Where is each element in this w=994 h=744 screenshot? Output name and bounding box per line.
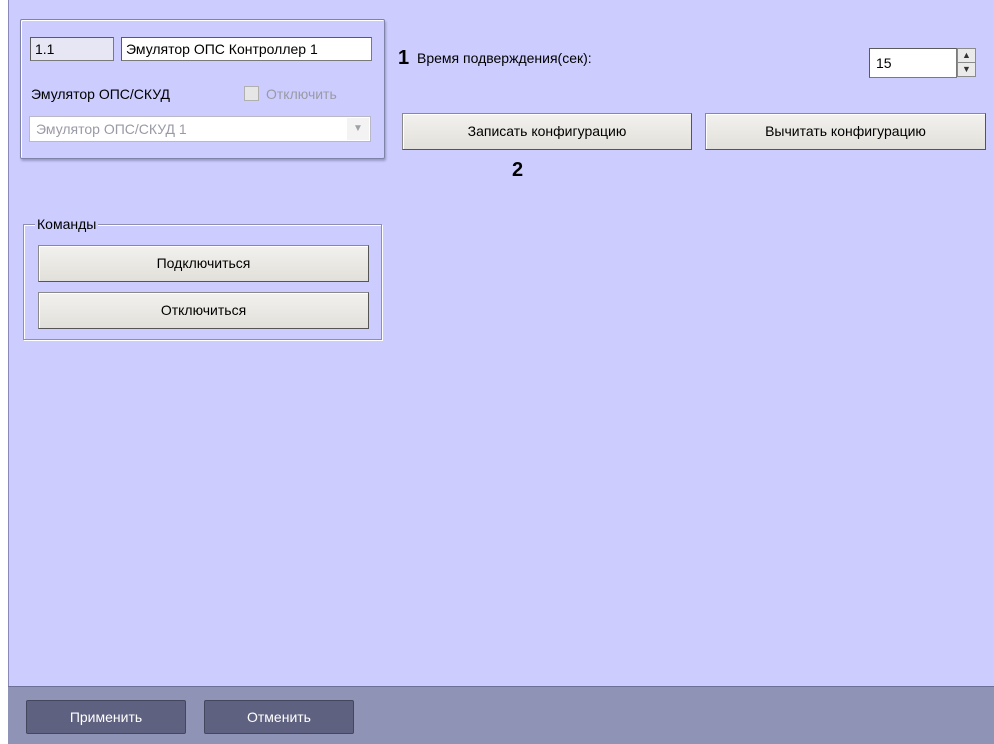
object-name-field[interactable]: Эмулятор ОПС Контроллер 1 xyxy=(121,37,372,61)
read-config-button[interactable]: Вычитать конфигурацию xyxy=(705,113,986,150)
annotation-marker-2: 2 xyxy=(512,159,524,181)
parent-object-value: Эмулятор ОПС/СКУД 1 xyxy=(36,121,187,137)
parent-object-dropdown[interactable]: Эмулятор ОПС/СКУД 1 ▼ xyxy=(29,116,371,142)
chevron-down-icon[interactable]: ▼ xyxy=(347,118,369,140)
annotation-marker-1: 1 xyxy=(398,47,410,69)
disable-checkbox-label[interactable]: Отключить xyxy=(266,85,337,103)
apply-button[interactable]: Применить xyxy=(26,700,186,734)
cancel-button[interactable]: Отменить xyxy=(204,700,354,734)
write-config-button[interactable]: Записать конфигурацию xyxy=(402,113,692,150)
connect-button[interactable]: Подключиться xyxy=(38,245,369,282)
confirm-time-label: Время подверждения(сек): xyxy=(417,50,592,66)
disconnect-button[interactable]: Отключиться xyxy=(38,292,369,329)
confirm-time-spinner[interactable]: ▲ ▼ xyxy=(957,48,976,77)
confirm-time-input[interactable]: 15 xyxy=(869,48,957,78)
spin-up-icon[interactable]: ▲ xyxy=(958,49,975,62)
disable-checkbox[interactable] xyxy=(244,86,259,101)
object-id-field[interactable]: 1.1 xyxy=(30,37,114,61)
spin-down-icon[interactable]: ▼ xyxy=(958,62,975,76)
object-type-label: Эмулятор ОПС/СКУД xyxy=(31,86,170,102)
commands-group-title: Команды xyxy=(35,215,99,233)
